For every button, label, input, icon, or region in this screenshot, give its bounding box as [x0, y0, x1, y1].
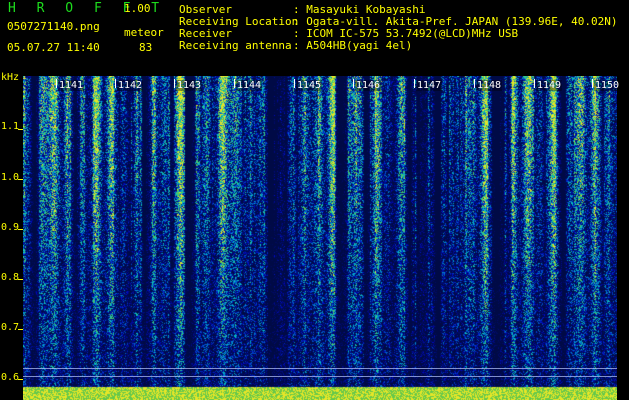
date-time: 05.07.27 11:40 [7, 41, 100, 54]
time-label: 1143 [176, 80, 203, 91]
y-tick-mark [18, 279, 23, 280]
y-tick-label: 0.9 [1, 222, 20, 233]
time-mark [474, 79, 475, 88]
y-tick-label: 0.7 [1, 322, 20, 333]
header-panel: H R O F F T 1.00 0507271140.png meteor 0… [0, 0, 629, 76]
time-mark [56, 79, 57, 88]
time-label: 1148 [476, 80, 503, 91]
time-label: 1150 [594, 80, 621, 91]
y-tick-mark [18, 329, 23, 330]
spectrogram-canvas [23, 76, 617, 400]
time-label: 1144 [236, 80, 263, 91]
time-label: 1142 [117, 80, 144, 91]
file-name: 0507271140.png [7, 20, 100, 33]
time-mark [294, 79, 295, 88]
time-mark [534, 79, 535, 88]
info-antenna: Receiving antenna: A504HB(yagi 4el) [179, 40, 412, 52]
band-line [23, 376, 617, 377]
y-tick-mark [18, 179, 23, 180]
time-mark [353, 79, 354, 88]
y-tick-label: 0.6 [1, 372, 20, 383]
y-tick-label: 0.8 [1, 272, 20, 283]
time-label: 1146 [355, 80, 382, 91]
info-value: : A504HB(yagi 4el) [293, 39, 413, 52]
y-tick-mark [18, 129, 23, 130]
y-tick-label: 1.0 [1, 172, 20, 183]
time-mark [174, 79, 175, 88]
axis-unit: kHz [1, 72, 20, 83]
band-line [23, 368, 617, 369]
time-mark [115, 79, 116, 88]
y-tick-mark [18, 379, 23, 380]
time-mark [592, 79, 593, 88]
meteor-label: meteor [124, 26, 164, 39]
spectrogram-plot [23, 76, 617, 400]
time-label: 1145 [296, 80, 323, 91]
time-mark [234, 79, 235, 88]
time-label: 1141 [58, 80, 85, 91]
app-version: 1.00 [124, 2, 151, 15]
time-mark [414, 79, 415, 88]
time-label: 1149 [536, 80, 563, 91]
meteor-count: 83 [139, 41, 153, 54]
y-tick-label: 1.1 [1, 121, 20, 132]
info-key: Receiving antenna [179, 39, 292, 52]
y-tick-mark [18, 229, 23, 230]
time-label: 1147 [416, 80, 443, 91]
